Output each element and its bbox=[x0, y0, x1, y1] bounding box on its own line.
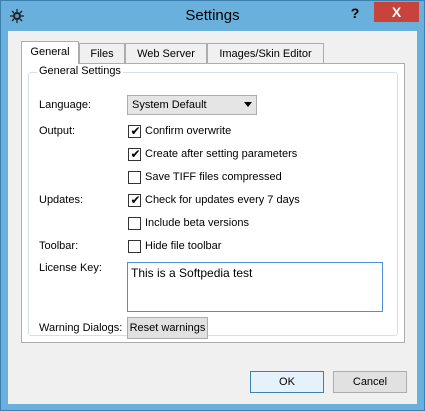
include-beta-checkbox[interactable] bbox=[128, 217, 141, 230]
updates-label: Updates: bbox=[39, 194, 84, 206]
chevron-down-icon bbox=[244, 102, 252, 107]
language-select-value: System Default bbox=[132, 99, 207, 111]
dialog-body: General Files Web Server Images/Skin Edi… bbox=[8, 31, 417, 404]
license-key-label: License Key: bbox=[39, 262, 102, 274]
checkmark-icon: ✔ bbox=[130, 124, 141, 138]
ok-button[interactable]: OK bbox=[250, 371, 324, 393]
language-select[interactable]: System Default bbox=[127, 95, 257, 115]
include-beta-label: Include beta versions bbox=[145, 217, 249, 229]
output-label: Output: bbox=[39, 125, 76, 137]
save-tiff-compressed-label: Save TIFF files compressed bbox=[145, 171, 282, 183]
confirm-overwrite-checkbox[interactable]: ✔ bbox=[128, 124, 141, 138]
settings-window: Settings ? X General Files Web Server Im… bbox=[0, 0, 425, 411]
close-button[interactable]: X bbox=[374, 2, 419, 22]
create-after-setting-label: Create after setting parameters bbox=[145, 148, 298, 160]
check-updates-checkbox[interactable]: ✔ bbox=[128, 193, 141, 207]
check-updates-label: Check for updates every 7 days bbox=[145, 194, 300, 206]
save-tiff-compressed-checkbox[interactable] bbox=[128, 171, 141, 184]
help-button[interactable]: ? bbox=[342, 3, 368, 23]
create-after-setting-checkbox[interactable]: ✔ bbox=[128, 147, 141, 161]
settings-form: Language: System Default Output: ✔ Confi… bbox=[8, 31, 417, 404]
title-bar[interactable]: Settings ? X bbox=[1, 1, 424, 31]
hide-file-toolbar-label: Hide file toolbar bbox=[145, 240, 222, 252]
language-label: Language: bbox=[39, 99, 91, 111]
confirm-overwrite-label: Confirm overwrite bbox=[145, 125, 232, 137]
hide-file-toolbar-checkbox[interactable] bbox=[128, 240, 141, 253]
license-key-field[interactable]: This is a Softpedia test bbox=[127, 262, 383, 312]
checkmark-icon: ✔ bbox=[130, 193, 141, 207]
toolbar-label: Toolbar: bbox=[39, 240, 79, 252]
warning-dialogs-label: Warning Dialogs: bbox=[39, 322, 123, 334]
cancel-button[interactable]: Cancel bbox=[333, 371, 407, 393]
reset-warnings-button[interactable]: Reset warnings bbox=[127, 317, 208, 339]
tab-general[interactable]: General bbox=[21, 41, 79, 64]
checkmark-icon: ✔ bbox=[130, 147, 141, 161]
